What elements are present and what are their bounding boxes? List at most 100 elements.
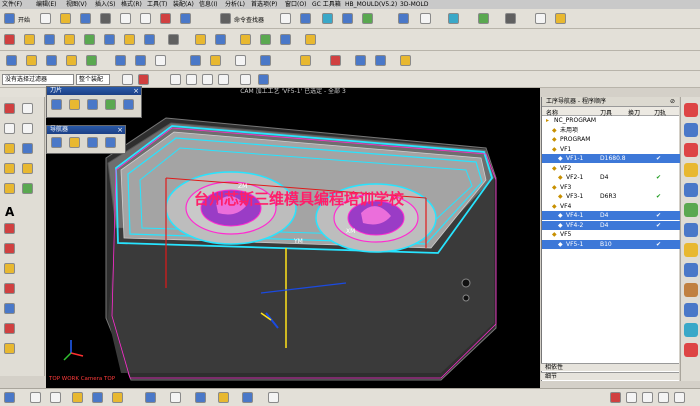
shaded-cube-icon[interactable] [398,13,409,24]
navigator-row[interactable]: ◆ 未用项 [542,126,680,135]
status-icon-8[interactable] [170,392,181,403]
filter-select[interactable]: 没有选择过滤器 [2,74,74,85]
ime-dot-icon[interactable] [642,392,653,403]
create-geometry-icon[interactable] [44,34,55,45]
arc-icon[interactable] [22,103,33,114]
menu-tools[interactable]: 工具(T) [147,0,167,9]
menu-file[interactable]: 文件(F) [2,0,22,9]
start-icon[interactable] [4,13,15,24]
machine-view-icon[interactable] [69,137,80,148]
status-icon-2[interactable] [30,392,41,403]
menu-insert[interactable]: 插入(S) [95,0,116,9]
op-display-icon[interactable] [135,55,146,66]
zoom-icon[interactable] [322,13,333,24]
view-orient-icon[interactable] [420,13,431,24]
operation-nav-icon[interactable] [684,143,698,157]
process-studio-icon[interactable] [684,263,698,277]
verify-path-icon[interactable] [240,34,251,45]
details-section[interactable]: 细节 [541,372,679,380]
save-icon[interactable] [80,13,91,24]
rotate-icon[interactable] [362,13,373,24]
layer-icon[interactable] [478,13,489,24]
copy-icon[interactable] [120,13,131,24]
close-icon[interactable]: × [133,87,139,95]
status-icon-11[interactable] [242,392,253,403]
navigator-row[interactable]: ◆ VF4 [542,202,680,211]
ball-tool-icon[interactable] [87,99,98,110]
text-tool-icon[interactable]: A [5,205,14,219]
hd3d-icon[interactable] [684,183,698,197]
status-icon-5[interactable] [92,392,103,403]
post-process-icon[interactable] [280,34,291,45]
op-feeds-icon[interactable] [6,55,17,66]
op-check-icon[interactable] [86,55,97,66]
fit-view-icon[interactable] [300,13,311,24]
select-arrow-icon[interactable] [535,13,546,24]
navigator-row[interactable]: ◆ VF3-1 D6R3 ✔ [542,192,680,201]
pin-icon[interactable]: ⊘ [670,97,675,107]
op-tool-icon[interactable] [46,55,57,66]
geometry-view-icon[interactable] [144,34,155,45]
geometry-nav-icon[interactable] [87,137,98,148]
create-operation-icon[interactable] [84,34,95,45]
extend-icon[interactable] [4,343,15,354]
snap-mid-icon[interactable] [202,74,213,85]
status-icon-9[interactable] [195,392,206,403]
menu-analysis[interactable]: 分析(L) [225,0,245,9]
spline-icon[interactable] [22,143,33,154]
snap-intersect-icon[interactable] [258,74,269,85]
extrude-icon[interactable] [22,183,33,194]
menu-assembly[interactable]: 装配(A) [173,0,194,9]
menu-view[interactable]: 视图(V) [66,0,87,9]
split-icon[interactable] [4,263,15,274]
assembly-select[interactable]: 整个装配 [76,74,110,85]
visualization-icon[interactable] [684,343,698,357]
undo-icon[interactable] [180,13,191,24]
offset-curve-icon[interactable] [4,163,15,174]
delete-icon[interactable] [160,13,171,24]
point-icon[interactable] [22,123,33,134]
reuse-library-icon[interactable] [684,163,698,177]
op-blank-icon[interactable] [235,55,246,66]
history-icon[interactable] [684,223,698,237]
ime-keyboard-icon[interactable] [658,392,669,403]
new-file-icon[interactable] [40,13,51,24]
generate-path-icon[interactable] [195,34,206,45]
bridge-curve-icon[interactable] [4,183,15,194]
palette-icon[interactable] [684,303,698,317]
op-mill-icon[interactable] [300,55,311,66]
op-transform-icon[interactable] [115,55,126,66]
navigator-row[interactable]: ◆ PROGRAM [542,135,680,144]
status-icon-6[interactable] [112,392,123,403]
shop-doc-icon[interactable] [305,34,316,45]
web-browser-icon[interactable] [684,203,698,217]
op-method-icon[interactable] [260,55,271,66]
line-icon[interactable] [4,103,15,114]
snap-center-icon[interactable] [218,74,229,85]
op-mould-icon[interactable] [400,55,411,66]
roles-icon[interactable] [684,283,698,297]
menu-gc-toolbox[interactable]: GC 工具箱 [312,0,341,9]
navigator-row[interactable]: ◆ VF5 [542,230,680,239]
status-icon-12[interactable] [268,392,279,403]
menu-edit[interactable]: 编辑(E) [36,0,56,9]
program-order-icon[interactable] [51,137,62,148]
rectangle-icon[interactable] [4,123,15,134]
navigator-row[interactable]: ▸ NC_PROGRAM [542,116,680,125]
trim-icon[interactable] [4,243,15,254]
nc-program-icon[interactable] [4,34,15,45]
replay-path-icon[interactable] [215,34,226,45]
patch-icon[interactable] [4,323,15,334]
cut-icon[interactable] [100,13,111,24]
ime-zh-icon[interactable] [626,392,637,403]
op-geom-icon[interactable] [66,55,77,66]
program-view-icon[interactable] [104,34,115,45]
paste-icon[interactable] [140,13,151,24]
command-finder-label[interactable]: 命令查找器 [234,15,264,24]
chamfer-tool-icon[interactable] [105,99,116,110]
start-label[interactable]: 开始 [18,15,30,24]
part-nav-icon[interactable] [684,123,698,137]
drill-tool-icon[interactable] [69,99,80,110]
curve-icon[interactable] [4,143,15,154]
snap-icon[interactable] [122,74,133,85]
